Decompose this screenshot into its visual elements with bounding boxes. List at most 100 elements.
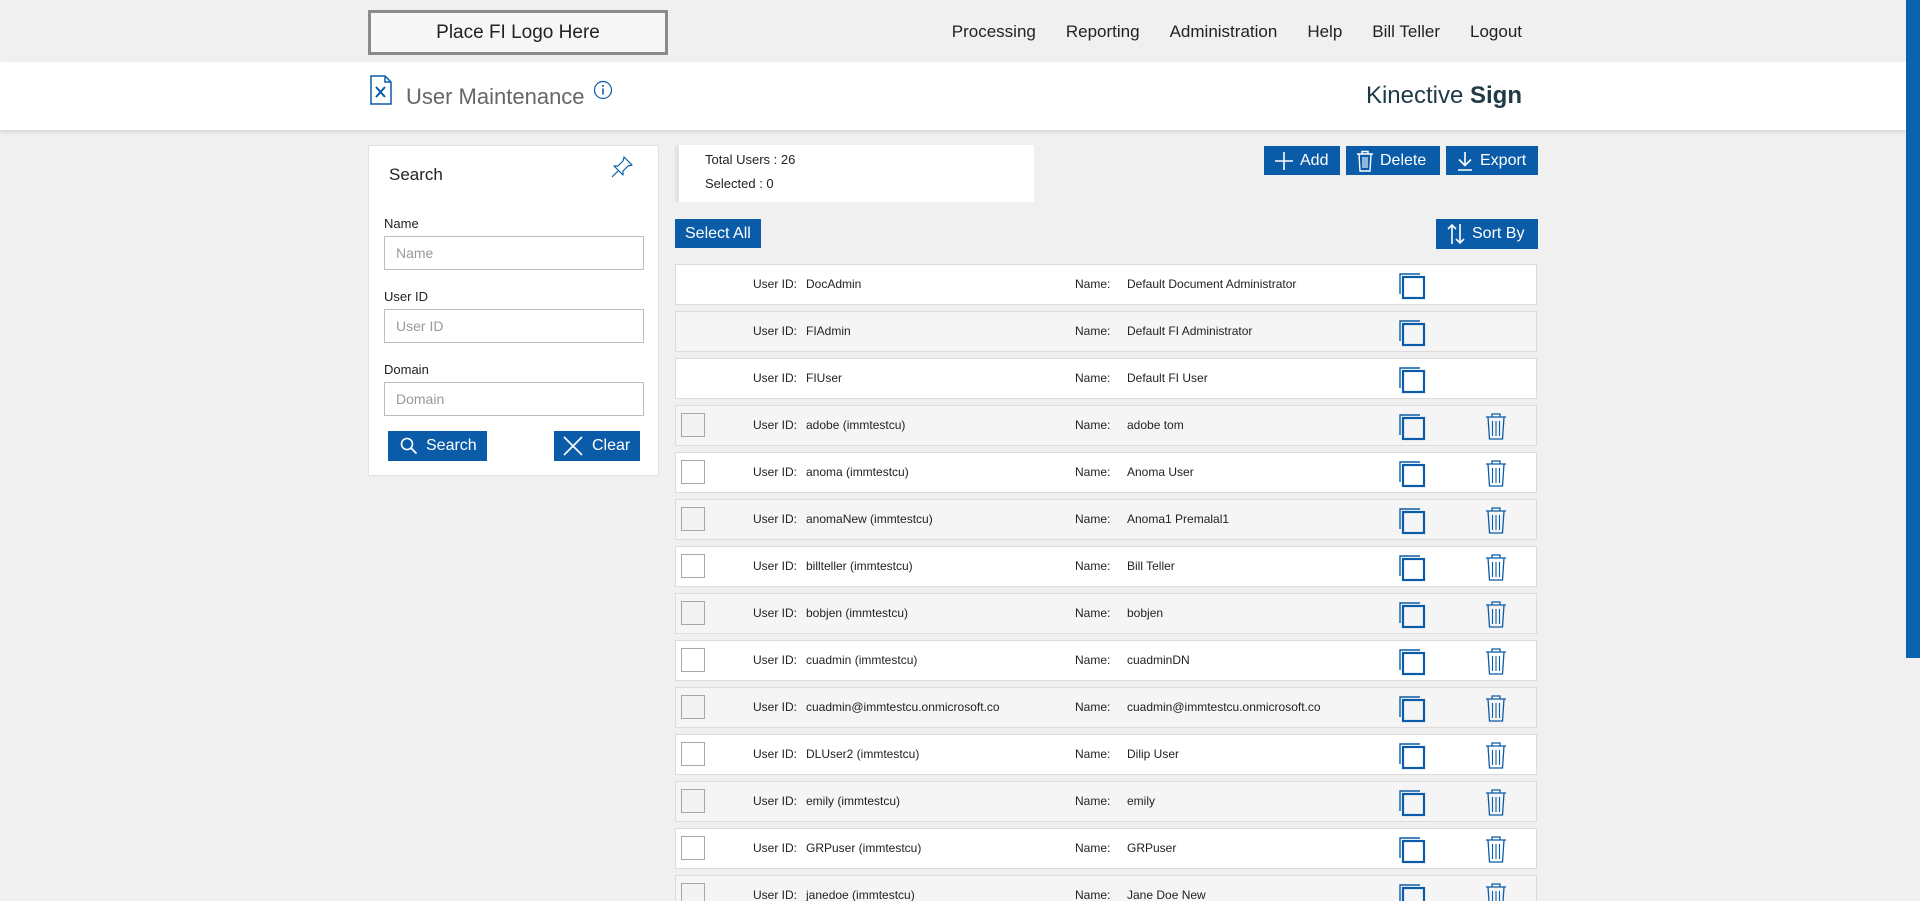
user-row[interactable]: User ID: emily (immtestcu) Name: emily [675,781,1537,822]
row-checkbox[interactable] [681,742,705,766]
trash-icon[interactable] [1484,647,1508,675]
copy-icon[interactable] [1398,413,1426,441]
domain-input[interactable] [384,382,644,416]
user-row[interactable]: User ID: bobjen (immtestcu) Name: bobjen [675,593,1537,634]
user-id-value: DLUser2 (immtestcu) [806,747,920,761]
user-name-value: bobjen [1127,606,1164,620]
user-id-field-label: User ID: [753,277,798,291]
user-id-input[interactable] [384,309,644,343]
user-id-value: FIUser [806,371,842,385]
name-field-label: Name: [1075,653,1111,667]
user-id-field-label: User ID: [753,559,798,573]
copy-icon[interactable] [1398,742,1426,770]
name-input[interactable] [384,236,644,270]
top-navigation-bar: Place FI Logo Here Processing Reporting … [0,0,1906,62]
user-row[interactable]: User ID: janedoe (immtestcu) Name: Jane … [675,875,1537,901]
user-name-value: cuadminDN [1127,653,1190,667]
nav-logout[interactable]: Logout [1470,22,1522,42]
user-row[interactable]: User ID: cuadmin (immtestcu) Name: cuadm… [675,640,1537,681]
user-row[interactable]: User ID: FIUser Name: Default FI User [675,358,1537,399]
user-row[interactable]: User ID: billteller (immtestcu) Name: Bi… [675,546,1537,587]
copy-icon[interactable] [1398,789,1426,817]
user-row[interactable]: User ID: DocAdmin Name: Default Document… [675,264,1537,305]
user-row[interactable]: User ID: cuadmin@immtestcu.onmicrosoft.c… [675,687,1537,728]
user-id-field-label: User ID: [753,700,798,714]
delete-user-button[interactable]: Delete [1346,146,1440,175]
user-name-value: Anoma1 Premalal1 [1127,512,1230,526]
user-row[interactable]: User ID: adobe (immtestcu) Name: adobe t… [675,405,1537,446]
user-id-value: janedoe (immtestcu) [806,888,915,901]
copy-icon[interactable] [1398,695,1426,723]
trash-icon[interactable] [1484,741,1508,769]
user-row[interactable]: User ID: anoma (immtestcu) Name: Anoma U… [675,452,1537,493]
copy-icon[interactable] [1398,507,1426,535]
name-field-label: Name: [1075,606,1111,620]
user-id-value: anomaNew (immtestcu) [806,512,933,526]
add-button-label: Add [1300,151,1329,169]
trash-icon[interactable] [1484,412,1508,440]
name-field-label: Name: [1075,418,1111,432]
user-row[interactable]: User ID: DLUser2 (immtestcu) Name: Dilip… [675,734,1537,775]
copy-icon[interactable] [1398,883,1426,901]
user-row[interactable]: User ID: GRPuser (immtestcu) Name: GRPus… [675,828,1537,869]
search-button[interactable]: Search [388,431,487,461]
row-checkbox[interactable] [681,507,705,531]
page-scrollbar-thumb[interactable] [1906,0,1920,658]
row-checkbox[interactable] [681,413,705,437]
page-title: User Maintenance [406,84,585,109]
nav-help[interactable]: Help [1307,22,1342,42]
trash-icon[interactable] [1484,506,1508,534]
user-id-label: User ID [384,289,429,304]
close-icon [563,436,583,456]
row-checkbox[interactable] [681,648,705,672]
trash-icon[interactable] [1484,835,1508,863]
trash-icon[interactable] [1484,882,1508,901]
user-name-value: cuadmin@immtestcu.onmicrosoft.co [1127,700,1321,714]
row-checkbox[interactable] [681,883,705,901]
trash-icon[interactable] [1484,553,1508,581]
user-id-value: cuadmin@immtestcu.onmicrosoft.co [806,700,1000,714]
row-checkbox[interactable] [681,695,705,719]
select-all-button[interactable]: Select All [675,219,761,248]
user-name-value: GRPuser [1127,841,1177,855]
export-button[interactable]: Export [1446,146,1538,175]
nav-administration[interactable]: Administration [1170,22,1278,42]
user-name-value: Bill Teller [1127,559,1175,573]
copy-icon[interactable] [1398,319,1426,347]
trash-icon[interactable] [1484,788,1508,816]
info-icon[interactable] [593,80,613,100]
nav-processing[interactable]: Processing [952,22,1036,42]
add-user-button[interactable]: Add [1264,146,1340,175]
row-checkbox[interactable] [681,601,705,625]
sort-by-label: Sort By [1472,225,1525,242]
user-id-field-label: User ID: [753,324,798,338]
user-id-value: emily (immtestcu) [806,794,901,808]
user-summary: Total Users : 26 Selected : 0 [675,145,1034,202]
copy-icon[interactable] [1398,554,1426,582]
trash-icon[interactable] [1484,600,1508,628]
pin-icon[interactable] [609,154,635,180]
user-id-field-label: User ID: [753,888,798,901]
user-row[interactable]: User ID: anomaNew (immtestcu) Name: Anom… [675,499,1537,540]
trash-icon[interactable] [1484,459,1508,487]
row-checkbox[interactable] [681,836,705,860]
copy-icon[interactable] [1398,836,1426,864]
row-checkbox[interactable] [681,789,705,813]
name-field-label: Name: [1075,512,1111,526]
trash-icon[interactable] [1484,694,1508,722]
copy-icon[interactable] [1398,460,1426,488]
nav-user-menu[interactable]: Bill Teller [1372,22,1440,42]
user-row[interactable]: User ID: FIAdmin Name: Default FI Admini… [675,311,1537,352]
user-maintenance-icon [370,75,392,105]
user-id-field-label: User ID: [753,418,798,432]
sort-by-button[interactable]: Sort By [1436,219,1538,249]
copy-icon[interactable] [1398,272,1426,300]
copy-icon[interactable] [1398,601,1426,629]
row-checkbox[interactable] [681,460,705,484]
copy-icon[interactable] [1398,366,1426,394]
row-checkbox[interactable] [681,554,705,578]
copy-icon[interactable] [1398,648,1426,676]
nav-reporting[interactable]: Reporting [1066,22,1140,42]
clear-button[interactable]: Clear [554,431,640,461]
user-name-value: Anoma User [1127,465,1194,479]
